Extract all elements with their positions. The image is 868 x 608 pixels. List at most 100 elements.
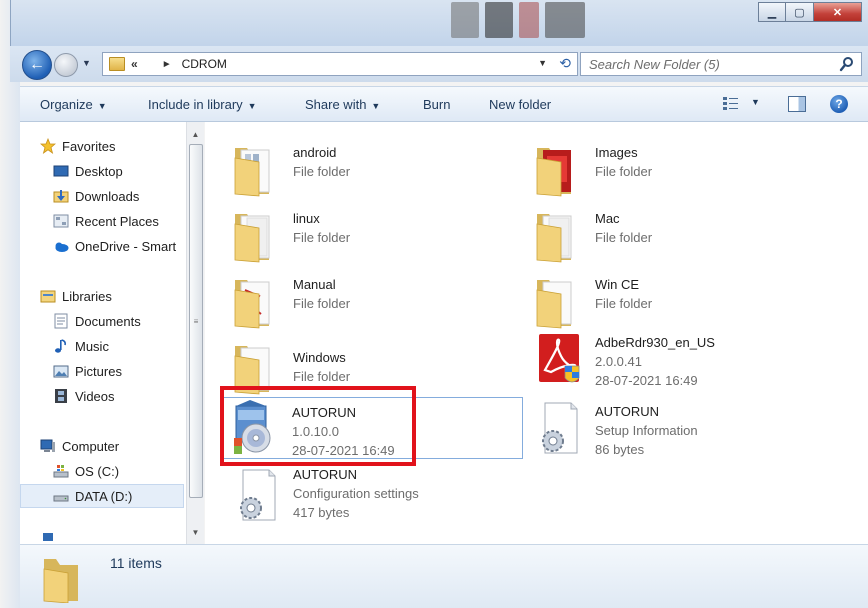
window-controls: ▁ ▢ ✕ — [758, 2, 862, 22]
nav-label: Music — [75, 338, 109, 354]
nav-libraries[interactable]: Libraries — [40, 288, 112, 304]
file-item[interactable]: AUTORUN Configuration settings 417 bytes — [225, 464, 521, 526]
folder-icon — [43, 559, 78, 603]
refresh-icon[interactable]: ⟲ — [559, 55, 571, 72]
maximize-button[interactable]: ▢ — [786, 2, 814, 22]
folder-icon — [234, 280, 270, 329]
nav-label: Recent Places — [75, 213, 159, 229]
nav-recent-places[interactable]: Recent Places — [53, 213, 159, 229]
scroll-thumb[interactable]: ≡ — [189, 144, 203, 498]
title-bar: ▁ ▢ ✕ — [10, 0, 868, 46]
recent-pages-dropdown[interactable]: ▼ — [82, 58, 91, 68]
file-name: Manual — [293, 277, 336, 292]
chevron-down-icon: ▼ — [247, 101, 257, 111]
file-item[interactable]: linux File folder — [225, 204, 521, 266]
include-in-library-label: Include in library — [148, 97, 243, 112]
nav-label: OS (C:) — [75, 463, 120, 479]
burn-button[interactable]: Burn — [423, 97, 450, 112]
adobe-reader-installer-icon — [539, 334, 580, 383]
minimize-button[interactable]: ▁ — [758, 2, 786, 22]
search-input[interactable] — [589, 56, 829, 72]
file-type: File folder — [595, 296, 653, 311]
nav-documents[interactable]: Documents — [53, 313, 141, 329]
item-count: 11 items — [110, 555, 162, 571]
file-name: AdbeRdr930_en_US — [595, 335, 715, 350]
windows-drive-icon — [53, 465, 69, 478]
file-item[interactable]: android File folder — [225, 138, 521, 200]
view-options-dropdown[interactable]: ▼ — [751, 97, 760, 107]
desktop-icon — [53, 165, 69, 177]
navigation-bar: ← ▼ « ► CDROM ▼ ⟲ — [10, 46, 868, 82]
nav-label: Videos — [75, 388, 115, 404]
forward-button[interactable] — [54, 53, 78, 77]
file-item[interactable]: Mac File folder — [527, 204, 823, 266]
nav-os-c[interactable]: OS (C:) — [53, 463, 119, 479]
file-item[interactable]: AUTORUN Setup Information 86 bytes — [527, 397, 823, 459]
folder-icon — [536, 280, 572, 329]
nav-label: Documents — [75, 313, 141, 329]
recent-places-icon — [53, 214, 69, 228]
nav-label: OneDrive - Smart — [75, 238, 177, 254]
close-button[interactable]: ✕ — [814, 2, 862, 22]
desktop-background-strip — [0, 0, 20, 608]
organize-menu[interactable]: Organize ▼ — [40, 97, 107, 112]
nav-pictures[interactable]: Pictures — [53, 363, 122, 379]
file-name: AUTORUN — [595, 404, 660, 419]
file-item[interactable]: Images File folder — [527, 138, 823, 200]
search-icon[interactable] — [839, 56, 855, 72]
search-box[interactable] — [580, 52, 862, 76]
blurred-taskbar-thumbnails — [451, 2, 585, 42]
file-date: 28-07-2021 16:49 — [595, 373, 698, 388]
breadcrumb-separator[interactable]: ► — [162, 59, 172, 70]
change-view-icon[interactable] — [722, 96, 740, 112]
nav-data-d[interactable]: DATA (D:) — [20, 484, 184, 508]
file-type: File folder — [293, 230, 351, 245]
setup-information-icon — [542, 402, 578, 454]
breadcrumb-overflow[interactable]: « — [131, 57, 138, 71]
nav-favorites[interactable]: Favorites — [40, 138, 115, 154]
folder-icon — [109, 57, 125, 71]
address-bar[interactable]: « ► CDROM ▼ ⟲ — [102, 52, 578, 76]
folder-icon — [234, 148, 270, 197]
preview-pane-icon[interactable] — [788, 96, 806, 112]
nav-downloads[interactable]: Downloads — [53, 188, 139, 204]
nav-videos[interactable]: Videos — [53, 388, 115, 404]
nav-computer[interactable]: Computer — [40, 438, 119, 454]
libraries-icon — [40, 290, 56, 303]
nav-music[interactable]: Music — [53, 338, 109, 354]
details-pane: 11 items — [20, 544, 868, 608]
music-note-icon — [55, 339, 66, 353]
file-type: Setup Information — [595, 423, 698, 438]
navigation-pane: Favorites Desktop Downloads Recent Place… — [20, 122, 204, 544]
scroll-up-arrow-icon[interactable]: ▲ — [187, 126, 204, 142]
folder-icon — [234, 214, 270, 263]
include-in-library-menu[interactable]: Include in library ▼ — [148, 97, 257, 112]
drive-icon — [53, 495, 69, 502]
new-folder-button[interactable]: New folder — [489, 97, 551, 112]
documents-icon — [54, 313, 68, 329]
file-name: linux — [293, 211, 320, 226]
folder-icon — [536, 148, 571, 197]
help-icon[interactable]: ? — [830, 95, 848, 113]
file-name: android — [293, 145, 337, 160]
nav-label: Favorites — [62, 138, 116, 154]
nav-desktop[interactable]: Desktop — [53, 163, 123, 179]
downloads-icon — [53, 190, 69, 203]
breadcrumb-current[interactable]: CDROM — [182, 57, 227, 71]
back-button[interactable]: ← — [22, 50, 52, 80]
command-bar: Organize ▼ Include in library ▼ Share with… — [20, 86, 868, 122]
nav-onedrive[interactable]: OneDrive - Smart — [53, 238, 176, 254]
nav-label: DATA (D:) — [75, 488, 133, 504]
file-type: File folder — [595, 230, 653, 245]
share-with-label: Share with — [305, 97, 367, 112]
nav-pane-scrollbar[interactable]: ▲ ≡ ▼ — [186, 122, 204, 544]
file-item[interactable]: Win CE File folder — [527, 270, 823, 332]
file-item[interactable]: Manual File folder — [225, 270, 521, 332]
share-with-menu[interactable]: Share with ▼ — [305, 97, 380, 112]
scroll-down-arrow-icon[interactable]: ▼ — [187, 524, 204, 540]
file-type: Configuration settings — [293, 486, 419, 501]
file-name: AUTORUN — [293, 467, 358, 482]
file-item[interactable]: AdbeRdr930_en_US 2.0.0.41 28-07-2021 16:… — [527, 328, 823, 390]
address-history-dropdown[interactable]: ▼ — [538, 58, 547, 68]
organize-label: Organize — [40, 97, 93, 112]
